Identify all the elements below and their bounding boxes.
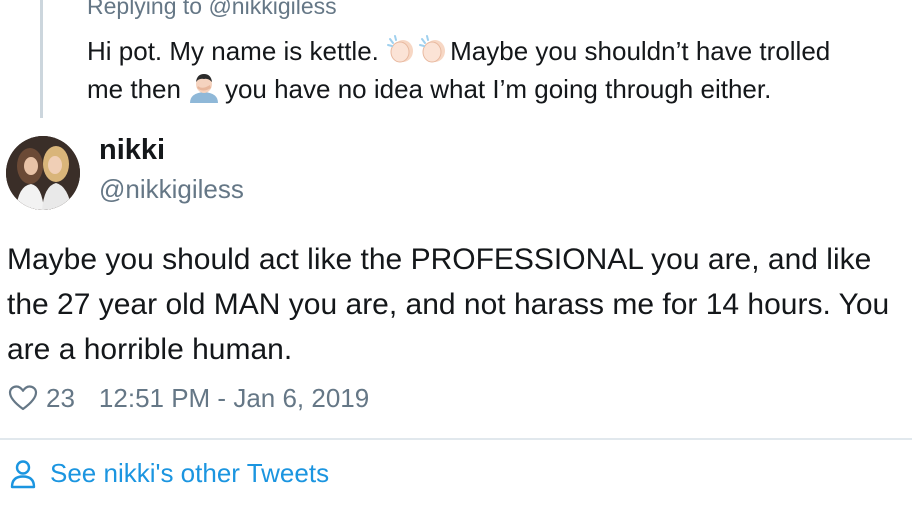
avatar[interactable] bbox=[6, 136, 80, 210]
tweet-text: Maybe you should act like the PROFESSION… bbox=[7, 243, 890, 366]
replying-to-label[interactable]: Replying to @nikkigiless bbox=[87, 0, 337, 20]
tweet-embed: Replying to @nikkigiless Hi pot. My name… bbox=[0, 0, 912, 516]
avatar-photo bbox=[6, 136, 80, 210]
tweet-timestamp[interactable]: 12:51 PM - Jan 6, 2019 bbox=[99, 383, 369, 414]
parent-tweet-text: Hi pot. My name is kettle. Maybe you sho… bbox=[87, 32, 830, 108]
parent-text-part1: Hi pot. My name is kettle. bbox=[87, 36, 379, 66]
divider bbox=[0, 438, 912, 440]
parent-tweet-line-2: me then you have no idea what I’m going … bbox=[87, 70, 830, 108]
author-handle[interactable]: @nikkigiless bbox=[99, 174, 244, 205]
see-other-tweets-label: See nikki's other Tweets bbox=[50, 458, 330, 488]
heart-icon[interactable] bbox=[8, 384, 38, 412]
author-name[interactable]: nikki bbox=[99, 134, 165, 167]
tweet-meta: 23 12:51 PM - Jan 6, 2019 bbox=[8, 380, 369, 416]
parent-text-part3: me then bbox=[87, 74, 181, 104]
thread-connector-line bbox=[40, 0, 43, 118]
like-count[interactable]: 23 bbox=[46, 383, 75, 414]
person-icon bbox=[10, 459, 36, 488]
parent-text-part4: you have no idea what I’m going through … bbox=[224, 74, 772, 104]
see-other-tweets-link[interactable]: See nikki's other Tweets bbox=[10, 458, 329, 489]
clapping-hands-icon bbox=[419, 35, 446, 63]
parent-text-part2: Maybe you shouldn’t have trolled bbox=[450, 36, 831, 66]
man-facepalming-icon bbox=[189, 74, 218, 103]
clapping-hands-icon bbox=[387, 35, 414, 63]
parent-tweet-line-1: Hi pot. My name is kettle. Maybe you sho… bbox=[87, 32, 830, 70]
